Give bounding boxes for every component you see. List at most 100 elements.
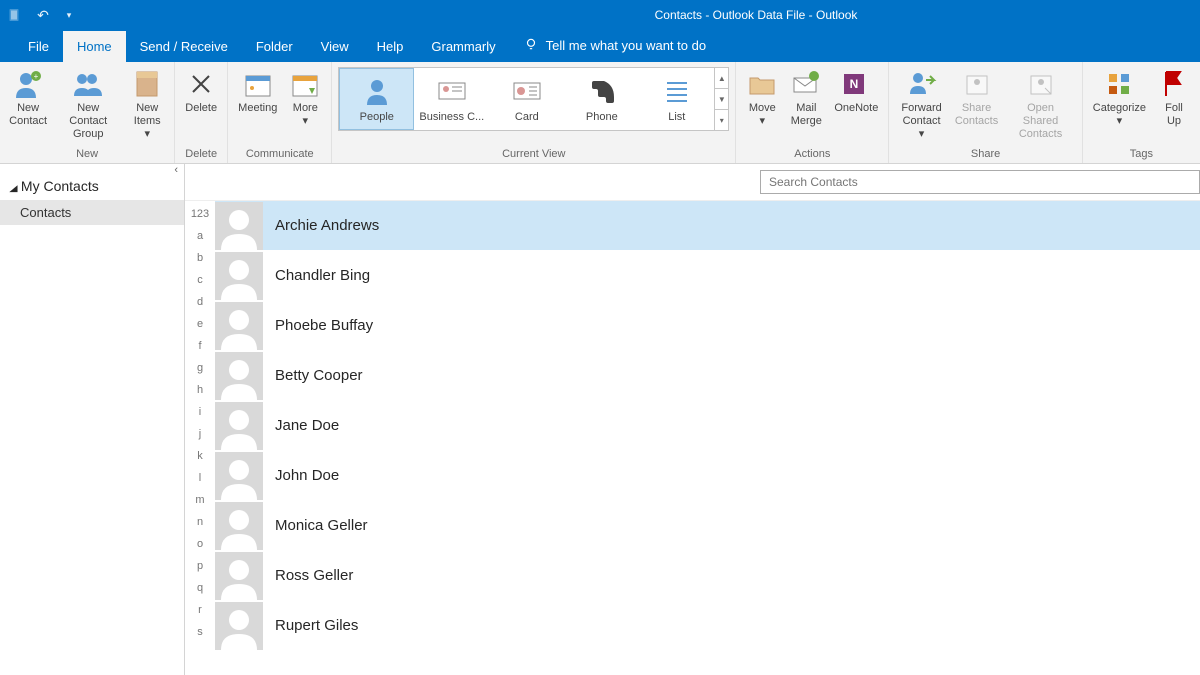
- alpha-r[interactable]: r: [185, 599, 215, 621]
- scroll-down-icon[interactable]: ▼: [715, 89, 728, 110]
- move-button[interactable]: Move ▾: [740, 64, 784, 132]
- alpha-p[interactable]: p: [185, 555, 215, 577]
- group-share: Forward Contact ▾ Share Contacts Open Sh…: [889, 62, 1082, 163]
- new-contact-group-button[interactable]: New Contact Group: [52, 64, 124, 145]
- new-contact-icon: +: [12, 68, 44, 100]
- contact-row[interactable]: Monica Geller: [215, 501, 1200, 551]
- onenote-icon: N: [840, 68, 872, 100]
- group-delete: Delete Delete: [175, 62, 228, 163]
- open-shared-icon: [1025, 68, 1057, 100]
- alpha-o[interactable]: o: [185, 533, 215, 555]
- contact-row[interactable]: Chandler Bing: [215, 251, 1200, 301]
- tab-help[interactable]: Help: [363, 31, 418, 62]
- delete-button[interactable]: Delete: [179, 64, 223, 119]
- alpha-d[interactable]: d: [185, 291, 215, 313]
- tab-view[interactable]: View: [307, 31, 363, 62]
- quick-access-toolbar: ↶ ▾: [0, 6, 86, 24]
- qat-customize-icon[interactable]: ▾: [60, 6, 78, 24]
- contact-row[interactable]: Betty Cooper: [215, 351, 1200, 401]
- alpha-a[interactable]: a: [185, 225, 215, 247]
- delete-icon: [185, 68, 217, 100]
- view-gallery-scroll[interactable]: ▲ ▼ ▾: [714, 68, 728, 130]
- navigation-pane: ‹ My Contacts Contacts: [0, 164, 185, 675]
- avatar-icon: [215, 352, 263, 400]
- alpha-b[interactable]: b: [185, 247, 215, 269]
- tell-me-search[interactable]: Tell me what you want to do: [510, 29, 720, 62]
- forward-contact-button[interactable]: Forward Contact ▾: [893, 64, 949, 145]
- contact-row[interactable]: Ross Geller: [215, 551, 1200, 601]
- contact-row[interactable]: Jane Doe: [215, 401, 1200, 451]
- contact-name: Archie Andrews: [275, 217, 379, 234]
- card-view-icon: [511, 75, 543, 107]
- alpha-k[interactable]: k: [185, 445, 215, 467]
- nav-item-contacts[interactable]: Contacts: [0, 200, 184, 225]
- view-gallery: People Business C... Card Phone List: [338, 67, 729, 131]
- collapse-nav-icon[interactable]: ‹: [174, 164, 178, 176]
- flag-icon: [1158, 68, 1190, 100]
- alpha-m[interactable]: m: [185, 489, 215, 511]
- phone-view-icon: [586, 75, 618, 107]
- categorize-button[interactable]: Categorize ▾: [1087, 64, 1152, 132]
- new-items-button[interactable]: New Items ▾: [124, 64, 170, 145]
- search-contacts-input[interactable]: [760, 170, 1200, 194]
- view-list[interactable]: List: [639, 68, 714, 130]
- contact-name: Rupert Giles: [275, 617, 358, 634]
- svg-text:N: N: [850, 77, 859, 91]
- ribbon-tabs: File Home Send / Receive Folder View Hel…: [0, 30, 1200, 62]
- people-view-icon: [361, 75, 393, 107]
- contact-row[interactable]: Rupert Giles: [215, 601, 1200, 651]
- alpha-q[interactable]: q: [185, 577, 215, 599]
- alpha-l[interactable]: l: [185, 467, 215, 489]
- contact-name: John Doe: [275, 467, 339, 484]
- scroll-more-icon[interactable]: ▾: [715, 110, 728, 130]
- alpha-j[interactable]: j: [185, 423, 215, 445]
- alpha-index[interactable]: 123abcdefghijklmnopqrs: [185, 201, 215, 675]
- tab-file[interactable]: File: [14, 31, 63, 62]
- avatar-icon: [215, 502, 263, 550]
- alpha-s[interactable]: s: [185, 621, 215, 643]
- tab-folder[interactable]: Folder: [242, 31, 307, 62]
- alpha-g[interactable]: g: [185, 357, 215, 379]
- contact-name: Phoebe Buffay: [275, 317, 373, 334]
- tab-home[interactable]: Home: [63, 31, 126, 62]
- list-view-icon: [661, 75, 693, 107]
- alpha-i[interactable]: i: [185, 401, 215, 423]
- contact-row[interactable]: John Doe: [215, 451, 1200, 501]
- content-pane: 123abcdefghijklmnopqrs Archie Andrews Cha…: [185, 164, 1200, 675]
- new-contact-button[interactable]: + New Contact: [4, 64, 52, 132]
- onenote-button[interactable]: N OneNote: [828, 64, 884, 119]
- undo-icon[interactable]: ↶: [34, 6, 52, 24]
- avatar-icon: [215, 302, 263, 350]
- contacts-list: Archie Andrews Chandler Bing Phoebe Buffay…: [215, 201, 1200, 675]
- contact-row[interactable]: Archie Andrews: [215, 201, 1200, 251]
- alpha-c[interactable]: c: [185, 269, 215, 291]
- contact-row[interactable]: Phoebe Buffay: [215, 301, 1200, 351]
- window-title: Contacts - Outlook Data File - Outlook: [655, 8, 858, 22]
- title-bar: ↶ ▾ Contacts - Outlook Data File - Outlo…: [0, 0, 1200, 30]
- scroll-up-icon[interactable]: ▲: [715, 68, 728, 89]
- meeting-button[interactable]: Meeting: [232, 64, 283, 119]
- group-communicate: Meeting More ▾ Communicate: [228, 62, 332, 163]
- nav-header-my-contacts[interactable]: My Contacts: [0, 172, 184, 200]
- tab-grammarly[interactable]: Grammarly: [417, 31, 509, 62]
- view-phone[interactable]: Phone: [564, 68, 639, 130]
- mail-merge-icon: [790, 68, 822, 100]
- follow-up-button[interactable]: Foll Up: [1152, 64, 1196, 132]
- view-people[interactable]: People: [339, 68, 414, 130]
- alpha-f[interactable]: f: [185, 335, 215, 357]
- alpha-123[interactable]: 123: [185, 203, 215, 225]
- view-card[interactable]: Card: [489, 68, 564, 130]
- avatar-icon: [215, 552, 263, 600]
- tab-send-receive[interactable]: Send / Receive: [126, 31, 242, 62]
- contact-name: Betty Cooper: [275, 367, 363, 384]
- group-tags: Categorize ▾ Foll Up Tags: [1083, 62, 1200, 163]
- view-business-card[interactable]: Business C...: [414, 68, 489, 130]
- alpha-n[interactable]: n: [185, 511, 215, 533]
- lightbulb-icon: [524, 37, 538, 54]
- contact-name: Chandler Bing: [275, 267, 370, 284]
- alpha-h[interactable]: h: [185, 379, 215, 401]
- mail-merge-button[interactable]: Mail Merge: [784, 64, 828, 132]
- group-actions: Move ▾ Mail Merge N OneNote Actions: [736, 62, 889, 163]
- alpha-e[interactable]: e: [185, 313, 215, 335]
- more-communicate-button[interactable]: More ▾: [283, 64, 327, 132]
